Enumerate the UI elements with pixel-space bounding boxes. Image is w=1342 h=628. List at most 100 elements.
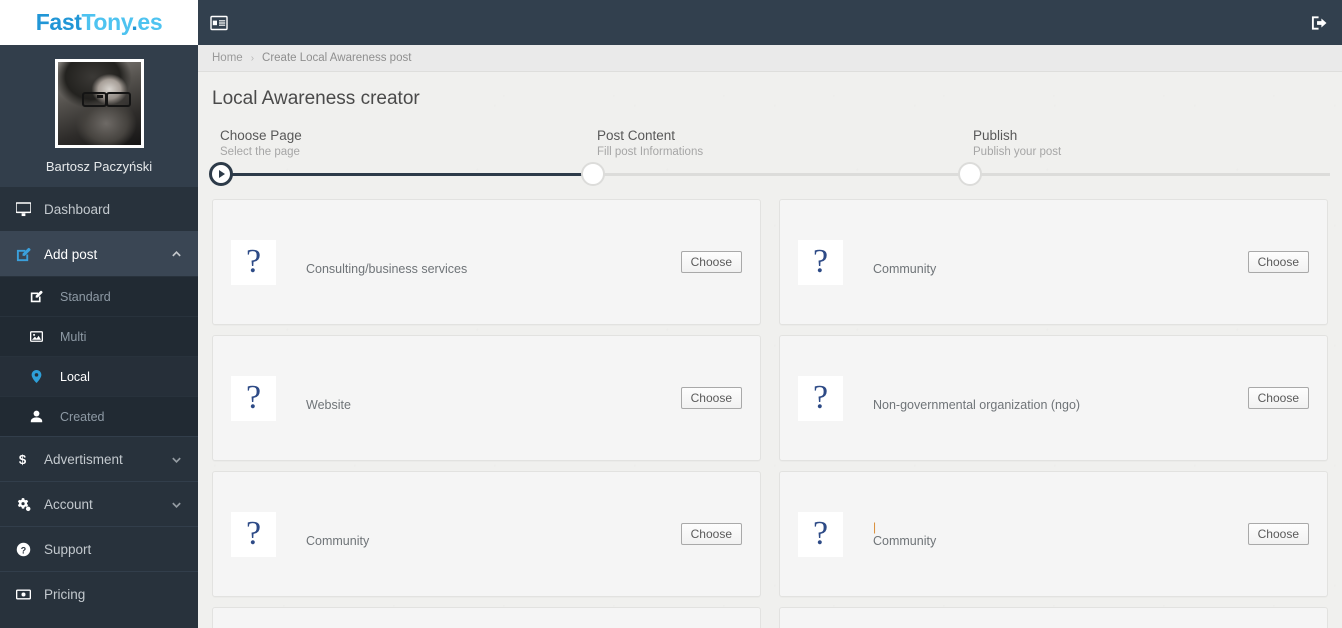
page-name: Website	[306, 398, 351, 412]
sidebar-item-account[interactable]: Account	[0, 481, 198, 526]
page-card-cell: ? Community Choose	[770, 194, 1337, 330]
brand-logo[interactable]: FastTony.es	[0, 0, 198, 45]
choose-button[interactable]: Choose	[1247, 251, 1309, 273]
choose-button[interactable]: Choose	[1247, 387, 1309, 409]
step-node-post-content[interactable]	[581, 162, 605, 186]
sidebar-item-label: Standard	[60, 289, 111, 304]
broken-image-question-icon: ?	[245, 379, 262, 416]
broken-image-question-icon: ?	[245, 515, 262, 552]
sidebar-nav: Dashboard Add post Standard Multi Local …	[0, 186, 198, 628]
sidebar-item-standard[interactable]: Standard	[0, 276, 198, 316]
monitor-icon	[16, 201, 40, 217]
page-name: Community	[873, 262, 937, 276]
page-card-cell: ? Choose	[203, 602, 770, 628]
page-card[interactable]: ? Non-governmental organization (ngo) Ch…	[779, 335, 1328, 461]
choose-button[interactable]: Choose	[680, 387, 742, 409]
step-subtitle: Fill post Informations	[597, 146, 704, 158]
sidebar-item-label: Advertisment	[44, 451, 123, 467]
step-subtitle: Select the page	[220, 146, 300, 158]
stepper-progress-fill	[218, 173, 601, 176]
page-card-cell: ? Website Choose	[203, 330, 770, 466]
sidebar-item-label: Support	[44, 541, 92, 557]
breadcrumb-home[interactable]: Home	[212, 52, 243, 64]
choose-button[interactable]: Choose	[1247, 523, 1309, 545]
svg-text:?: ?	[21, 545, 26, 555]
profile-block: Bartosz Paczyński	[0, 45, 198, 186]
svg-text:$: $	[19, 452, 27, 467]
page-thumbnail-placeholder: ?	[798, 511, 843, 557]
glasses-bridge	[96, 95, 104, 98]
step-title: Choose Page	[220, 128, 302, 143]
page-card[interactable]: ? Choose	[212, 607, 761, 628]
edit-square-icon	[30, 290, 54, 303]
page-name-block: Non-governmental organization (ngo)	[873, 384, 1248, 412]
page-name-block: | Community	[873, 520, 1248, 548]
page-name-block: Community	[873, 248, 1248, 276]
sidebar-item-created[interactable]: Created	[0, 396, 198, 436]
sidebar-item-add-post[interactable]: Add post	[0, 231, 198, 276]
page-name: Community	[306, 534, 370, 548]
page-card[interactable]: ? Choose	[779, 607, 1328, 628]
broken-image-question-icon: ?	[245, 243, 262, 280]
page-thumbnail-placeholder: ?	[231, 375, 276, 421]
sidebar-item-pricing[interactable]: Pricing	[0, 571, 198, 616]
page-thumbnail-placeholder: ?	[798, 239, 843, 285]
step-post-content[interactable]: Post Content Fill post Informations	[597, 128, 927, 158]
page-card-cell: ? Community Choose	[203, 466, 770, 602]
page-thumbnail-placeholder: ?	[798, 375, 843, 421]
sidebar-item-label: Dashboard	[44, 201, 111, 217]
sidebar-item-local[interactable]: Local	[0, 356, 198, 396]
page-name: Community	[873, 534, 937, 548]
page-card-grid: ? Consulting/business services Choose ?	[198, 186, 1342, 628]
page-name-block: Consulting/business services	[306, 248, 681, 276]
sidebar-item-advertisment[interactable]: $ Advertisment	[0, 436, 198, 481]
glasses-icon	[82, 91, 131, 107]
page-card[interactable]: ? Community Choose	[212, 471, 761, 597]
page-name-mark: |	[873, 520, 877, 534]
page-card[interactable]: ? Community Choose	[779, 199, 1328, 325]
page-name-mark	[873, 248, 1248, 262]
choose-button[interactable]: Choose	[680, 251, 742, 273]
step-node-choose-page[interactable]	[209, 162, 233, 186]
sidebar-item-multi[interactable]: Multi	[0, 316, 198, 356]
step-choose-page[interactable]: Choose Page Select the page	[220, 128, 550, 158]
breadcrumb-separator: ›	[250, 52, 255, 64]
profile-name: Bartosz Paczyński	[45, 159, 153, 174]
page-name: Non-governmental organization (ngo)	[873, 398, 1081, 412]
step-title: Post Content	[597, 128, 676, 143]
sidebar-item-dashboard[interactable]: Dashboard	[0, 186, 198, 231]
page-card[interactable]: ? Consulting/business services Choose	[212, 199, 761, 325]
page-card[interactable]: ? | Community Choose	[779, 471, 1328, 597]
sidebar-submenu-add-post: Standard Multi Local Created	[0, 276, 198, 436]
broken-image-question-icon: ?	[812, 243, 829, 280]
page-card-cell: ? Non-governmental organization (ngo) Ch…	[770, 330, 1337, 466]
money-icon	[16, 587, 40, 602]
play-arrow-icon	[219, 170, 225, 178]
broken-image-question-icon: ?	[812, 379, 829, 416]
sign-out-icon[interactable]	[1311, 15, 1328, 31]
page-name-mark	[306, 384, 681, 398]
step-subtitle: Publish your post	[973, 146, 1062, 158]
image-icon	[30, 330, 54, 343]
edit-square-icon	[16, 247, 40, 262]
list-toggle-icon[interactable]	[210, 15, 228, 31]
broken-image-question-icon: ?	[812, 515, 829, 552]
step-publish[interactable]: Publish Publish your post	[973, 128, 1303, 158]
page-card-cell: ? | Community Choose	[770, 466, 1337, 602]
page-name-block: Community	[306, 520, 681, 548]
gears-icon	[16, 497, 40, 512]
brand-part-fast: Fast	[35, 9, 82, 35]
choose-button[interactable]: Choose	[680, 523, 742, 545]
content-scroll-area[interactable]: Local Awareness creator Choose Page Sele…	[198, 72, 1342, 628]
sidebar-item-support[interactable]: ? Support	[0, 526, 198, 571]
page-name-mark	[306, 520, 681, 534]
sidebar-item-label: Local	[60, 369, 90, 384]
page-card-cell: ? Consulting/business services Choose	[203, 194, 770, 330]
page-card[interactable]: ? Website Choose	[212, 335, 761, 461]
sidebar-item-label: Add post	[44, 246, 98, 262]
user-icon	[30, 410, 54, 423]
step-node-publish[interactable]	[958, 162, 982, 186]
sidebar-item-label: Multi	[60, 329, 87, 344]
page-name: Consulting/business services	[306, 262, 468, 276]
avatar[interactable]	[54, 59, 144, 148]
